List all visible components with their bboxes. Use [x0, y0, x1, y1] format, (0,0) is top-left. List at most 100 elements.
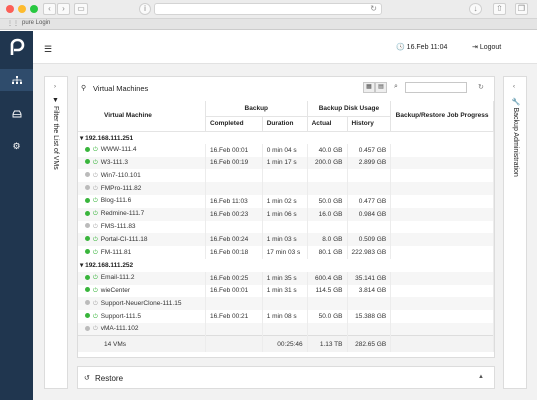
apps-grid-icon[interactable]: ⋮⋮ — [7, 21, 19, 28]
col-history[interactable]: History — [347, 116, 392, 132]
pure-logo-icon — [0, 31, 33, 64]
cell-completed: 16.Feb 00:18 — [205, 246, 263, 259]
table-row[interactable]: ⏻ Portal-CI-111.18 16.Feb 00:24 1 min 03 s8… — [78, 233, 494, 247]
group-row[interactable]: ▾ 192.168.111.252 — [78, 258, 494, 272]
footer-progress — [390, 335, 494, 352]
cell-actual: 200.0 GB — [307, 156, 348, 170]
cell-actual: 8.0 GB — [307, 233, 348, 247]
status-none-icon — [85, 300, 90, 306]
cell-completed: 16.Feb 00:25 — [205, 271, 263, 285]
close-window-button[interactable] — [6, 5, 14, 13]
filter-icon-label: ▼ Filter the List of VMs — [52, 97, 59, 170]
cell-history — [347, 322, 392, 336]
cell-actual: 80.1 GB — [307, 246, 348, 259]
cell-history: 0.477 GB — [347, 194, 392, 208]
sidebar-item-settings[interactable]: ⚙ — [0, 135, 33, 157]
status-ok-icon — [85, 313, 90, 319]
table-row[interactable]: ⏻ FMS-111.83 — [78, 220, 494, 234]
vm-name: Portal-CI-111.18 — [100, 235, 148, 243]
address-bar[interactable]: ↻ — [154, 3, 382, 15]
table-row[interactable]: ⏻ WWW-111.4 16.Feb 00:01 0 min 04 s 40.0 GB 0… — [78, 143, 494, 157]
power-on-icon: ⏻ — [93, 147, 98, 154]
cell-history — [347, 182, 392, 195]
table-row[interactable]: ⏻ Support-NeuerClone-111.15 — [78, 297, 494, 311]
table-row[interactable]: ⏻ Redmine-111.7 16.Feb 00:23 1 min 06 s 16.0… — [78, 207, 494, 221]
forward-icon[interactable]: › — [57, 3, 70, 15]
tabs-icon[interactable]: ❐ — [515, 3, 528, 15]
table-row[interactable]: ⏻ wieCenter 16.Feb 00:01 1 min 31 s 114.5 GB… — [78, 284, 494, 298]
admin-icon-label: 🔧 Backup Administration — [511, 97, 519, 177]
table-row[interactable]: ⏻ Win7-110.101 — [78, 169, 494, 183]
back-icon[interactable]: ‹ — [43, 3, 56, 15]
col-duration[interactable]: Duration — [262, 116, 308, 132]
cell-duration — [262, 169, 308, 183]
col-backup: Backup — [205, 101, 308, 117]
power-off-icon: ⏻ — [93, 172, 98, 179]
sidebar-item-storage[interactable] — [0, 103, 33, 125]
search-input[interactable] — [405, 82, 467, 93]
cell-completed — [205, 169, 263, 183]
table-row[interactable]: ⏻ Email-111.2 16.Feb 00:25 1 min 35 s 600.4 … — [78, 271, 494, 285]
cell-completed: 16.Feb 11:03 — [205, 194, 263, 208]
table-row[interactable]: ⏻ FMPro-111.82 — [78, 182, 494, 195]
chevron-up-icon[interactable]: ▲ — [478, 374, 484, 380]
vm-name: Win7-110.101 — [100, 171, 141, 179]
table-row[interactable]: ⏻ vMA-111.102 — [78, 322, 494, 336]
refresh-icon[interactable]: ↻ — [478, 83, 484, 91]
filter-panel[interactable]: › ▼ Filter the List of VMs — [44, 76, 68, 389]
cell-completed: 16.Feb 00:19 — [205, 156, 263, 170]
cell-actual — [307, 182, 348, 195]
status-ok-icon — [85, 210, 90, 216]
info-icon[interactable]: i — [139, 3, 151, 15]
table-row[interactable]: ⏻ Blog-111.6 16.Feb 11:03 1 min 02 s 50.0 GB… — [78, 194, 494, 208]
col-vm[interactable]: Virtual Machine — [78, 101, 206, 132]
cell-actual: 16.0 GB — [307, 207, 348, 221]
panel-title: Virtual Machines — [93, 84, 149, 93]
vm-name: Support-111.5 — [100, 312, 141, 320]
hierarchy-icon: ⚲ — [81, 85, 87, 92]
sidebar-toggle-icon[interactable]: ▭ — [74, 3, 88, 15]
table-footer: 14 VMs 00:25:46 1.13 TB 282.65 GB — [78, 335, 494, 352]
cell-history — [347, 297, 392, 311]
cell-duration: 1 min 08 s — [262, 310, 308, 323]
chevron-right-icon[interactable]: › — [54, 84, 56, 90]
menu-icon[interactable]: ☰ — [44, 44, 52, 55]
cell-history: 0.984 GB — [347, 207, 392, 221]
grid-view-button[interactable]: ▦ — [363, 82, 375, 93]
reload-icon[interactable]: ↻ — [370, 4, 377, 13]
cell-completed — [205, 297, 263, 311]
col-job-progress[interactable]: Backup/Restore Job Progress — [390, 101, 494, 132]
cell-completed: 16.Feb 00:23 — [205, 207, 263, 221]
list-view-button[interactable]: ▤ — [375, 82, 387, 93]
cell-job-progress — [390, 156, 494, 170]
power-on-icon: ⏻ — [93, 159, 98, 166]
download-icon[interactable]: ↓ — [469, 3, 482, 15]
hierarchy-icon — [11, 75, 22, 84]
group-row[interactable]: ▾ 192.168.111.251 — [78, 131, 494, 144]
minimize-window-button[interactable] — [18, 5, 26, 13]
zoom-window-button[interactable] — [30, 5, 38, 13]
share-icon[interactable]: ⇧ — [493, 3, 506, 15]
cell-duration: 1 min 02 s — [262, 194, 308, 208]
cell-duration: 1 min 06 s — [262, 207, 308, 221]
col-actual[interactable]: Actual — [307, 116, 348, 132]
logout-button[interactable]: ⇥ Logout — [472, 43, 501, 51]
backup-admin-panel[interactable]: ‹ 🔧 Backup Administration — [503, 76, 527, 389]
table-row[interactable]: ⏻ FM-111.81 16.Feb 00:18 17 min 03 s 80.1 GB… — [78, 246, 494, 259]
vm-cell: ⏻ FM-111.81 — [78, 246, 206, 259]
sidebar-item-hierarchy[interactable] — [0, 69, 33, 91]
status-ok-icon — [85, 197, 90, 203]
logout-label: Logout — [479, 44, 502, 51]
clock: 🕓 16.Feb 11:04 — [396, 44, 448, 51]
table-row[interactable]: ⏻ W3-111.3 16.Feb 00:19 1 min 17 s 200.0 GB 2… — [78, 156, 494, 170]
col-completed[interactable]: Completed — [205, 116, 263, 132]
table-row[interactable]: ⏻ Support-111.5 16.Feb 00:21 1 min 08 s 50.0… — [78, 310, 494, 323]
group-name: ▾ 192.168.111.251 — [78, 131, 494, 144]
cell-completed — [205, 220, 263, 234]
cell-job-progress — [390, 207, 494, 221]
cell-history: 2.899 GB — [347, 156, 392, 170]
chevron-left-icon[interactable]: ‹ — [513, 84, 515, 90]
tab-title[interactable]: pure Login — [22, 20, 50, 26]
cell-history: 222.983 GB — [347, 246, 392, 259]
restore-panel[interactable]: ↺ Restore ▲ — [77, 366, 495, 389]
